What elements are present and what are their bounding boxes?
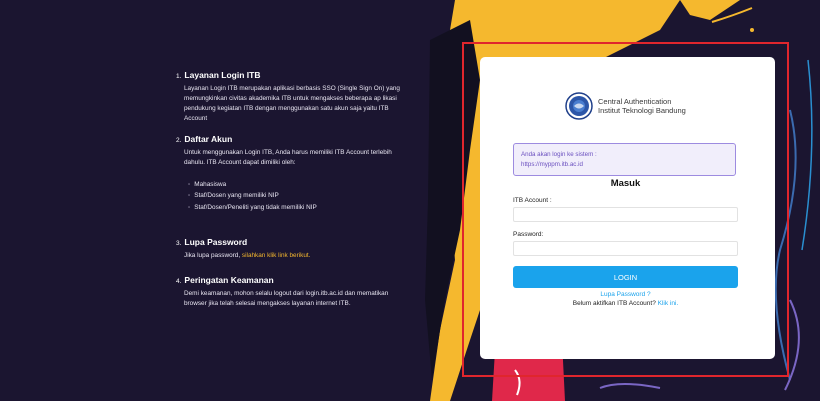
activate-account-row: Belum aktifkan ITB Account? Klik ini.	[513, 300, 738, 307]
section-title: Peringatan Keamanan	[184, 275, 274, 286]
activate-account-link[interactable]: Klik ini.	[658, 300, 679, 307]
list-item: Staf/Dosen/Peneliti yang tidak memiliki …	[188, 203, 401, 213]
itb-account-label: ITB Account :	[513, 197, 552, 204]
forgot-password-link[interactable]: Lupa Password ?	[513, 291, 738, 298]
brand-line-1: Central Authentication	[598, 97, 672, 106]
list-item: Mahasiswa	[188, 180, 401, 190]
target-system-notice: Anda akan login ke sistem : https://mypp…	[513, 143, 736, 176]
info-section-layanan: 1. Layanan Login ITB Layanan Login ITB m…	[176, 70, 401, 124]
itb-account-input[interactable]	[513, 207, 738, 222]
account-type-list: Mahasiswa Staf/Dosen yang memiliki NIP S…	[184, 180, 401, 214]
section-title: Daftar Akun	[184, 133, 233, 144]
section-body: Layanan Login ITB merupakan aplikasi ber…	[184, 85, 400, 122]
section-number: 1.	[176, 73, 182, 80]
section-body: Untuk menggunakan Login ITB, Anda harus …	[184, 148, 392, 166]
section-title: Lupa Password	[184, 237, 248, 248]
info-section-daftar: 2. Daftar Akun Untuk menggunakan Login I…	[176, 134, 401, 214]
brand-header: Central Authentication Institut Teknolog…	[565, 92, 686, 120]
section-body: Jika lupa password,	[184, 252, 241, 260]
section-number: 2.	[176, 136, 182, 144]
info-section-keamanan: 4. Peringatan Keamanan Demi keamanan, mo…	[176, 275, 401, 309]
login-card: Central Authentication Institut Teknolog…	[480, 57, 775, 359]
info-section-lupa: 3. Lupa Password Jika lupa password, sil…	[176, 237, 401, 261]
brand-line-2: Institut Teknologi Bandung	[598, 106, 686, 115]
notice-url: https://myppm.itb.ac.id	[521, 160, 583, 168]
activate-text: Belum aktifkan ITB Account?	[572, 300, 656, 307]
notice-text: Anda akan login ke sistem :	[521, 151, 597, 158]
section-title: Layanan Login ITB	[184, 70, 261, 80]
password-label: Password:	[513, 231, 544, 238]
list-item: Staf/Dosen yang memiliki NIP	[188, 191, 401, 201]
section-number: 4.	[176, 278, 182, 286]
forgot-password-info-link[interactable]: silahkan klik link berikut.	[242, 252, 311, 259]
password-input[interactable]	[513, 241, 738, 256]
itb-logo-icon	[565, 92, 593, 120]
section-number: 3.	[176, 240, 182, 248]
info-panel: 1. Layanan Login ITB Layanan Login ITB m…	[176, 70, 401, 309]
login-button[interactable]: LOGIN	[513, 266, 738, 288]
section-body: Demi keamanan, mohon selalu logout dari …	[184, 290, 389, 308]
form-title: Masuk	[610, 178, 641, 189]
